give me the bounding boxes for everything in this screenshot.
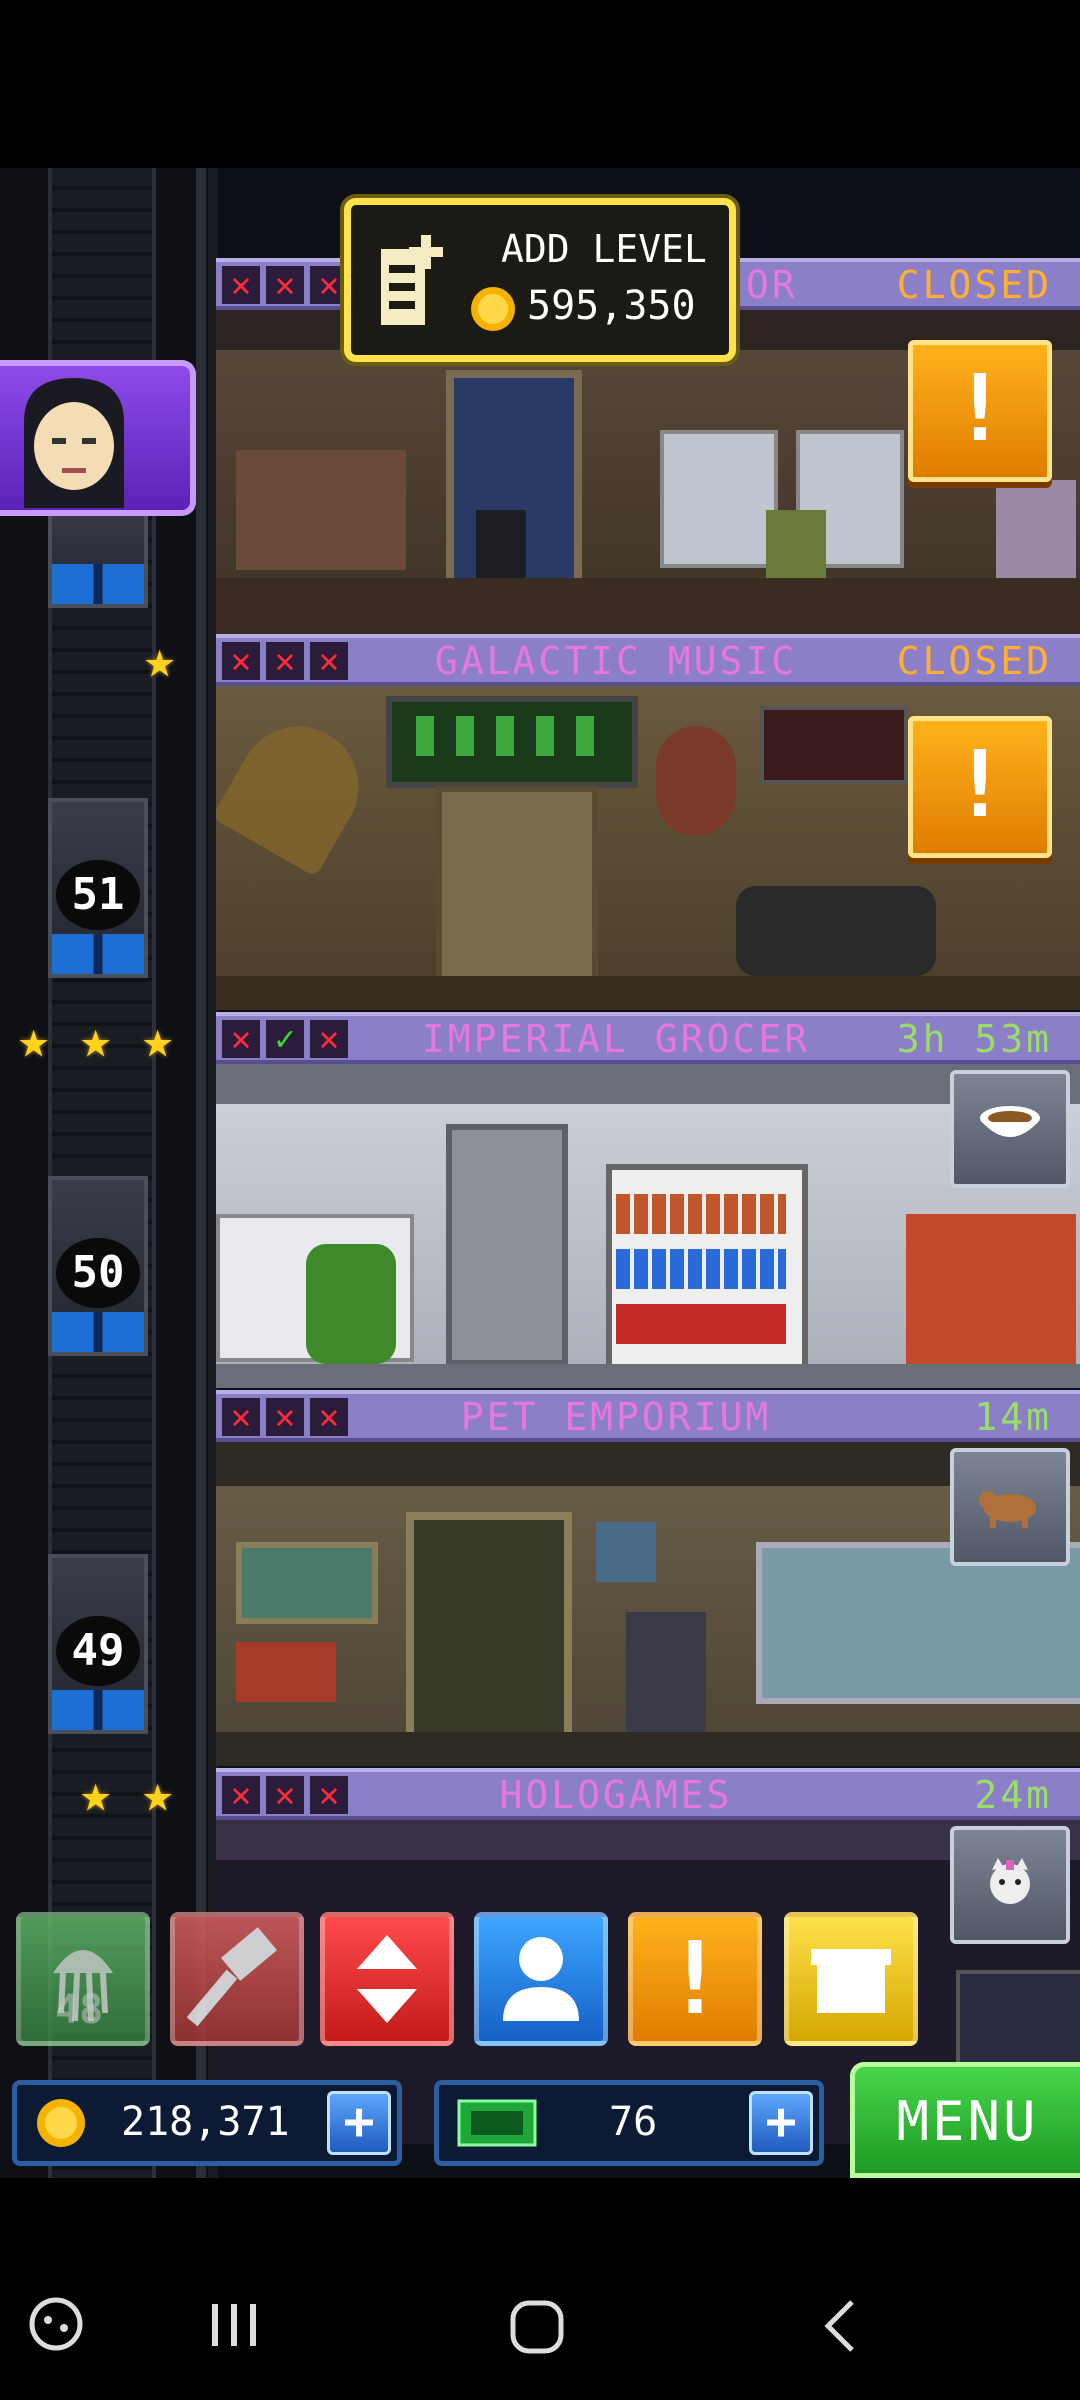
stock-x-mark: ✕ xyxy=(310,642,348,680)
stock-x-mark: ✕ xyxy=(222,1020,260,1058)
bux-icon xyxy=(457,2099,537,2147)
alerts-button[interactable]: ! xyxy=(628,1912,762,2046)
stock-x-mark: ✕ xyxy=(310,1776,348,1814)
home-icon[interactable] xyxy=(508,2298,566,2356)
floor-status: CLOSED xyxy=(896,639,1052,683)
floor-header: ✕ ✕ ✕ HOLOGAMES 24m xyxy=(216,1768,1080,1820)
floor-row[interactable]: ✕ ✕ ✕ PET EMPORIUM 14m xyxy=(216,1390,1080,1766)
star-icon: ★ xyxy=(142,1010,174,1070)
stock-x-mark: ✕ xyxy=(310,1020,348,1058)
stock-x-mark: ✕ xyxy=(266,642,304,680)
floor-header: ✕ ✕ ✕ PET EMPORIUM 14m xyxy=(216,1390,1080,1442)
back-icon[interactable] xyxy=(820,2298,860,2354)
add-level-label: ADD LEVEL xyxy=(501,227,707,271)
floor-number: 51 xyxy=(56,860,140,930)
hammer-icon xyxy=(186,1927,278,2027)
recent-apps-icon[interactable] xyxy=(206,2300,262,2350)
storage-button[interactable] xyxy=(784,1912,918,2046)
stock-check-mark: ✓ xyxy=(266,1020,304,1058)
product-button[interactable] xyxy=(950,1826,1070,1944)
star-icon: ★ xyxy=(80,1010,112,1070)
product-button[interactable] xyxy=(950,1448,1070,1566)
crate-icon xyxy=(811,1949,891,2013)
floor-timer: 14m xyxy=(974,1395,1052,1439)
stock-x-mark: ✕ xyxy=(266,266,304,304)
floor-header: ✕ ✕ ✕ GALACTIC MUSIC CLOSED xyxy=(216,634,1080,686)
menu-button[interactable]: MENU xyxy=(850,2062,1080,2178)
avatar xyxy=(24,378,124,508)
stock-x-mark: ✕ xyxy=(310,266,348,304)
star-icon: ★ xyxy=(18,1010,50,1070)
add-level-cost: 595,350 xyxy=(527,283,696,329)
build-hammer-button[interactable] xyxy=(170,1912,304,2046)
elevator-ghost-button[interactable]: 48 xyxy=(16,1912,150,2046)
exclamation-icon: ! xyxy=(664,1920,726,2037)
elevator-floor-label: 48 xyxy=(55,1987,104,2033)
stock-x-mark: ✕ xyxy=(266,1776,304,1814)
floor-status: CLOSED xyxy=(896,263,1052,307)
up-down-arrows-icon xyxy=(357,1935,417,2023)
floor-name: HOLOGAMES xyxy=(499,1773,733,1817)
stock-x-mark: ✕ xyxy=(310,1398,348,1436)
stock-x-mark: ✕ xyxy=(222,642,260,680)
stock-x-mark: ✕ xyxy=(222,266,260,304)
floor-row[interactable]: ✕ ✓ ✕ IMPERIAL GROCER 3h 53m xyxy=(216,1012,1080,1388)
stock-x-mark: ✕ xyxy=(222,1776,260,1814)
floor-number: 50 xyxy=(56,1238,140,1308)
floor-name: IMPERIAL GROCER xyxy=(421,1017,811,1061)
star-icon: ★ xyxy=(144,630,176,690)
vip-avatar-button[interactable] xyxy=(0,360,196,516)
stock-x-mark: ✕ xyxy=(266,1398,304,1436)
floor-timer: 24m xyxy=(974,1773,1052,1817)
alert-button[interactable]: ! xyxy=(908,340,1052,482)
product-button[interactable] xyxy=(950,1070,1070,1188)
alert-button[interactable]: ! xyxy=(908,716,1052,858)
tower-view[interactable]: 51 50 49 ★ ★ ★ ★ ★ ★ ✕ ✕ ✕ OR CLOSED ! A… xyxy=(0,168,1080,2178)
game-launcher-icon[interactable] xyxy=(28,2296,84,2352)
bux-panel: 76 + xyxy=(434,2080,824,2166)
coin-icon xyxy=(37,2099,85,2147)
floor-name: GALACTIC MUSIC xyxy=(434,639,798,683)
stock-x-mark: ✕ xyxy=(222,1398,260,1436)
floor-name: OR xyxy=(746,263,798,307)
add-floor-icon xyxy=(381,235,443,325)
person-icon xyxy=(503,1937,579,2021)
floor-number: 49 xyxy=(56,1616,140,1686)
floor-name: PET EMPORIUM xyxy=(460,1395,772,1439)
floor-row[interactable]: ✕ ✕ ✕ GALACTIC MUSIC CLOSED ! xyxy=(216,634,1080,1010)
star-icon: ★ xyxy=(142,1764,174,1824)
floor-header: ✕ ✓ ✕ IMPERIAL GROCER 3h 53m xyxy=(216,1012,1080,1064)
bux-value: 76 xyxy=(609,2099,658,2145)
system-nav-bar xyxy=(0,2232,1080,2400)
coins-panel: 218,371 + xyxy=(12,2080,402,2166)
coins-value: 218,371 xyxy=(121,2099,290,2145)
floor-timer: 3h 53m xyxy=(896,1017,1052,1061)
buy-coins-button[interactable]: + xyxy=(327,2091,391,2155)
people-button[interactable] xyxy=(474,1912,608,2046)
cat-icon xyxy=(990,1858,1030,1904)
pet-icon xyxy=(979,1491,1036,1528)
buy-bux-button[interactable]: + xyxy=(749,2091,813,2155)
elevator-button[interactable] xyxy=(320,1912,454,2046)
coin-icon xyxy=(471,287,515,331)
add-level-button[interactable]: ADD LEVEL 595,350 xyxy=(344,198,736,362)
star-icon: ★ xyxy=(80,1764,112,1824)
bowl-icon xyxy=(980,1106,1040,1137)
